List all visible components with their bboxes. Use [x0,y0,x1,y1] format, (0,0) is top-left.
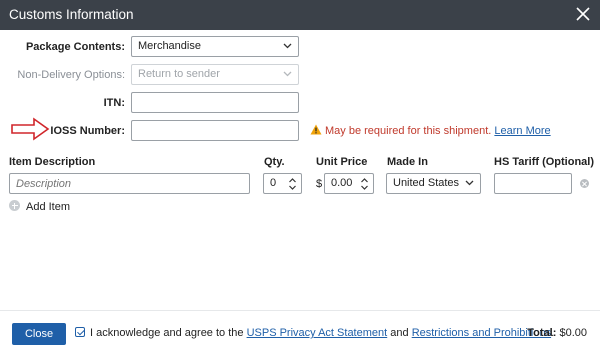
made-in-select[interactable]: United States [386,173,481,194]
add-item-label: Add Item [26,201,71,213]
plus-circle-icon [9,200,20,211]
ioss-warning: May be required for this shipment. Learn… [310,124,551,137]
hs-tariff-input[interactable] [494,173,572,194]
acknowledgement: I acknowledge and agree to the USPS Priv… [75,327,554,339]
header-item-description: Item Description [9,156,96,168]
header-unit-price: Unit Price [316,156,368,168]
warning-text: May be required for this shipment. [325,125,492,137]
warning-icon [310,124,322,135]
close-button[interactable]: Close [12,323,66,345]
learn-more-link[interactable]: Learn More [494,125,550,137]
annotation-arrow-icon [11,117,50,141]
stepper-arrows-icon[interactable] [360,176,369,192]
total-label: Total: [527,327,557,339]
header-made-in: Made In [387,156,428,168]
unit-price-stepper[interactable]: 0.00 [324,173,374,194]
dialog-title: Customs Information [9,7,134,22]
add-item-button[interactable]: Add Item [9,200,70,213]
footer-divider [0,310,600,311]
chevron-down-icon [465,180,474,186]
privacy-act-link[interactable]: USPS Privacy Act Statement [247,327,388,339]
ioss-input[interactable] [131,120,299,141]
qty-stepper[interactable]: 0 [263,173,302,194]
item-description-input[interactable] [9,173,250,194]
package-contents-select[interactable]: Merchandise [131,36,299,57]
made-in-value: United States [393,177,460,189]
ack-and-text: and [390,327,409,339]
remove-item-icon[interactable] [580,179,589,188]
non-delivery-label: Non-Delivery Options: [17,69,125,81]
package-contents-label: Package Contents: [25,41,125,53]
chevron-down-icon [283,71,292,77]
non-delivery-value: Return to sender [138,68,220,80]
unit-price-value: 0.00 [331,177,353,189]
dialog-titlebar: Customs Information [0,0,600,30]
stepper-arrows-icon[interactable] [288,176,297,192]
close-icon[interactable] [575,6,591,22]
ack-prefix-text: I acknowledge and agree to the [90,327,244,339]
header-qty: Qty. [264,156,285,168]
itn-label: ITN: [103,97,125,109]
total-amount: Total: $0.00 [527,327,587,339]
ioss-label: IOSS Number: [50,125,125,137]
header-hs-tariff: HS Tariff (Optional) [494,156,595,168]
chevron-down-icon [283,43,292,49]
itn-input[interactable] [131,92,299,113]
currency-symbol: $ [316,178,323,190]
package-contents-value: Merchandise [138,40,201,52]
acknowledge-checkbox[interactable] [75,327,85,337]
total-value: $0.00 [559,327,587,339]
non-delivery-select: Return to sender [131,64,299,85]
qty-value: 0 [270,177,277,189]
